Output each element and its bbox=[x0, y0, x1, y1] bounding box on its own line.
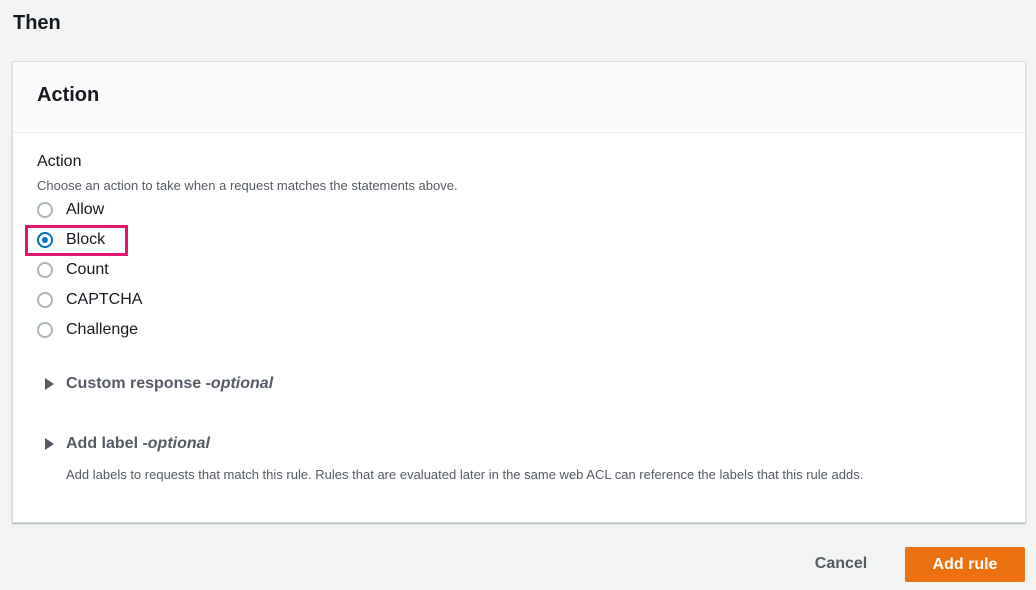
radio-button[interactable] bbox=[37, 292, 53, 308]
radio-label: Challenge bbox=[66, 321, 139, 338]
radio-button[interactable] bbox=[37, 262, 53, 278]
radio-label: Count bbox=[66, 261, 109, 278]
caret-right-icon bbox=[45, 438, 54, 450]
panel-header: Action bbox=[13, 62, 1025, 133]
radio-label: Allow bbox=[66, 201, 105, 218]
add-label-expander[interactable]: Add label - optional bbox=[45, 433, 210, 455]
radio-option-block[interactable]: Block bbox=[37, 229, 105, 251]
action-field-description: Choose an action to take when a request … bbox=[37, 178, 458, 193]
radio-option-count[interactable]: Count bbox=[37, 259, 109, 281]
add-rule-button[interactable]: Add rule bbox=[905, 547, 1025, 582]
radio-label: CAPTCHA bbox=[66, 291, 143, 308]
panel-title: Action bbox=[37, 84, 100, 106]
radio-option-challenge[interactable]: Challenge bbox=[37, 319, 138, 341]
caret-right-icon bbox=[45, 378, 54, 390]
expander-optional: optional bbox=[147, 435, 210, 452]
section-title: Then bbox=[13, 12, 61, 34]
radio-button-selected[interactable] bbox=[37, 232, 53, 248]
radio-option-captcha[interactable]: CAPTCHA bbox=[37, 289, 142, 311]
radio-button[interactable] bbox=[37, 322, 53, 338]
expander-optional: optional bbox=[210, 375, 274, 392]
add-label-description: Add labels to requests that match this r… bbox=[66, 467, 864, 482]
radio-option-allow[interactable]: Allow bbox=[37, 199, 104, 221]
expander-title: Custom response - bbox=[66, 375, 211, 392]
expander-title: Add label - bbox=[66, 435, 148, 452]
action-panel: Action Action Choose an action to take w… bbox=[12, 61, 1026, 523]
radio-button[interactable] bbox=[37, 202, 53, 218]
radio-label: Block bbox=[66, 231, 106, 248]
action-field-label: Action bbox=[37, 153, 82, 170]
custom-response-expander[interactable]: Custom response - optional bbox=[45, 373, 273, 395]
cancel-button[interactable]: Cancel bbox=[798, 547, 884, 581]
